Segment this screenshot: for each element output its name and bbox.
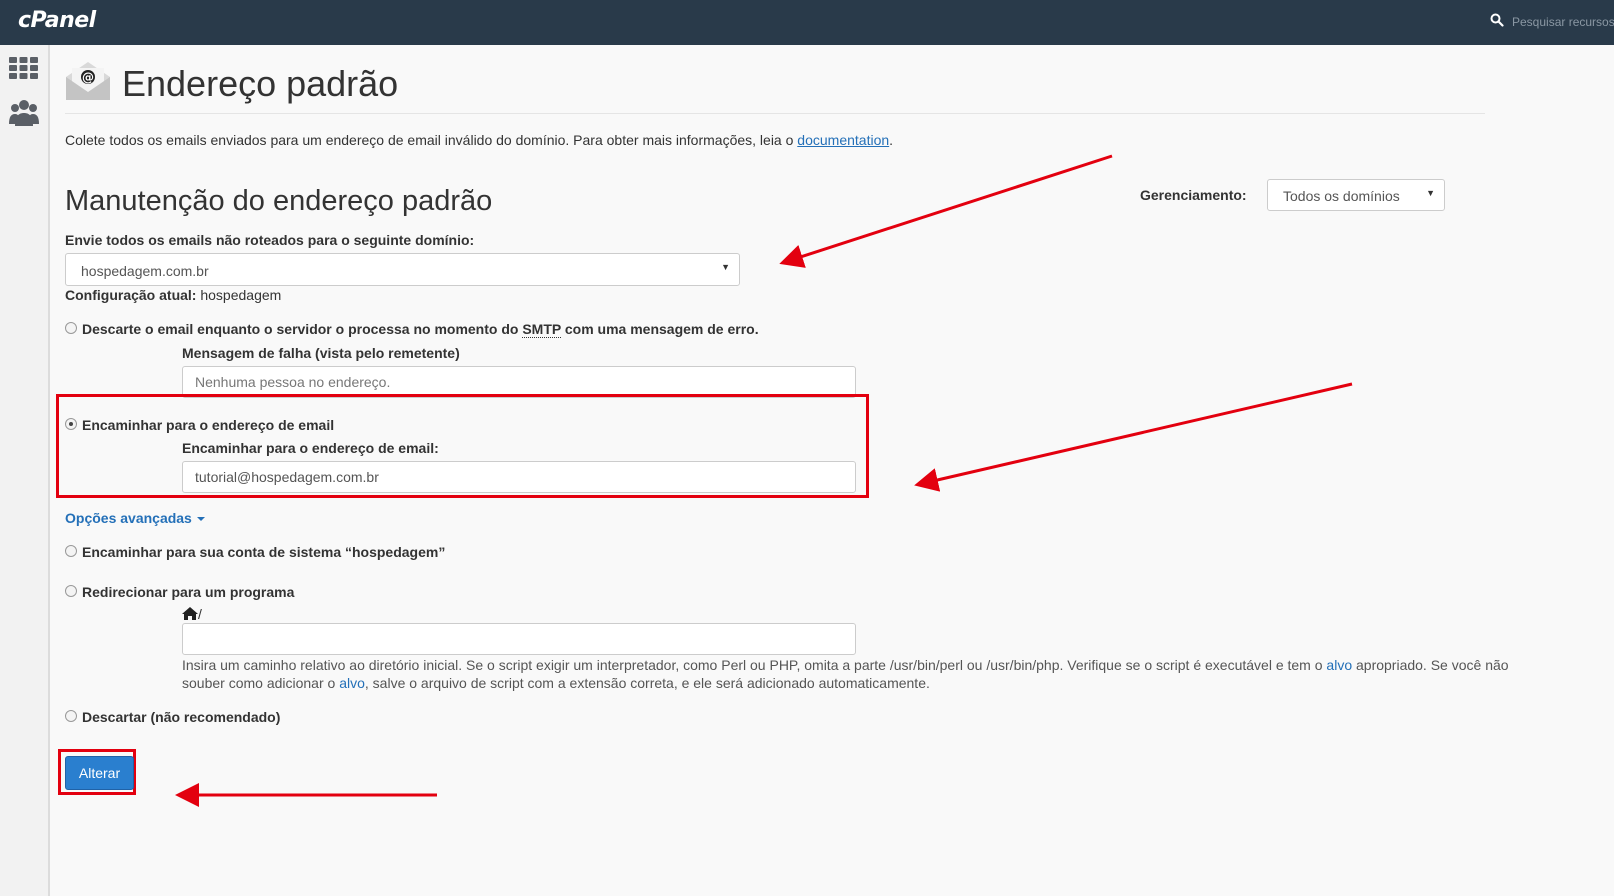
help-text-3: , salve o arquivo de script com a extens… [364,675,930,691]
help-link-target[interactable]: alvo [1326,657,1352,673]
current-config-label: Configuração atual: [65,287,197,303]
home-path-prefix: / [182,606,202,622]
annotation-arrow-domain [779,154,1113,268]
intro-text: Colete todos os emails enviados para um … [65,132,893,148]
search-input[interactable] [1512,12,1614,32]
help-link-target-2[interactable]: alvo [339,675,365,691]
page-header: @ Endereço padrão [65,55,1485,114]
cpanel-logo[interactable]: cPanel [18,8,96,33]
search-icon [1490,13,1504,27]
caret-down-icon [196,517,205,522]
forward-email-label: Encaminhar para o endereço de email: [182,440,439,456]
radio-forward-system-label: Encaminhar para sua conta de sistema “ho… [82,544,446,560]
top-bar: cPanel [0,0,1614,45]
program-help-text: Insira um caminho relativo ao diretório … [182,656,1552,692]
intro-text-body: Colete todos os emails enviados para um … [65,132,794,148]
forward-email-input[interactable] [182,461,856,493]
domain-select[interactable]: hospedagem.com.br ▼ [65,253,740,286]
sidebar [0,45,50,896]
domain-label: Envie todos os emails não roteados para … [65,232,475,248]
section-title: Manutenção do endereço padrão [65,185,493,217]
smtp-abbr: SMTP [522,321,561,338]
advanced-options-toggle[interactable]: Opções avançadas [65,510,205,526]
radio-discard-smtp-label-b: com uma mensagem de erro. [560,321,759,337]
advanced-options-label: Opções avançadas [65,510,192,526]
radio-forward-email[interactable]: Encaminhar para o endereço de email [65,417,334,433]
radio-discard-smtp[interactable]: Descarte o email enquanto o servidor o p… [65,321,759,338]
radio-pipe-program-label: Redirecionar para um programa [82,584,295,600]
radio-pipe-program[interactable]: Redirecionar para um programa [65,584,294,600]
radio-button[interactable] [65,710,77,723]
management-select[interactable]: Todos os domínios ▼ [1267,179,1445,211]
change-button[interactable]: Alterar [65,756,134,790]
radio-forward-system[interactable]: Encaminhar para sua conta de sistema “ho… [65,544,445,560]
caret-down-icon: ▼ [721,262,730,272]
current-config: Configuração atual: hospedagem [65,287,281,303]
home-path-suffix: / [198,606,202,622]
caret-down-icon: ▼ [1426,188,1435,198]
radio-button[interactable] [65,322,77,335]
radio-discard-smtp-label-a: Descarte o email enquanto o servidor o p… [82,321,523,337]
program-path-input[interactable] [182,623,856,655]
domain-select-value: hospedagem.com.br [81,263,209,279]
management-select-value: Todos os domínios [1283,188,1400,204]
page-title: Endereço padrão [122,63,399,104]
radio-forward-email-label: Encaminhar para o endereço de email [82,417,335,433]
management-label: Gerenciamento: [1140,187,1247,203]
radio-blackhole[interactable]: Descartar (não recomendado) [65,709,280,725]
current-config-value: hospedagem [196,287,282,303]
svg-text:@: @ [82,71,94,85]
radio-button[interactable] [65,585,77,598]
documentation-link[interactable]: documentation [797,132,889,148]
grid-icon[interactable] [9,57,38,79]
home-icon [182,607,198,620]
help-text-1: Insira um caminho relativo ao diretório … [182,657,1327,673]
envelope-at-icon: @ [66,62,110,100]
radio-button-checked[interactable] [65,418,77,431]
radio-blackhole-label: Descartar (não recomendado) [82,709,281,725]
users-icon[interactable] [9,99,39,127]
radio-button[interactable] [65,545,77,558]
search-area [1490,12,1614,34]
failure-message-label: Mensagem de falha (vista pelo remetente) [182,345,460,361]
intro-text-end: . [889,132,894,148]
annotation-arrow-forward [914,382,1353,492]
